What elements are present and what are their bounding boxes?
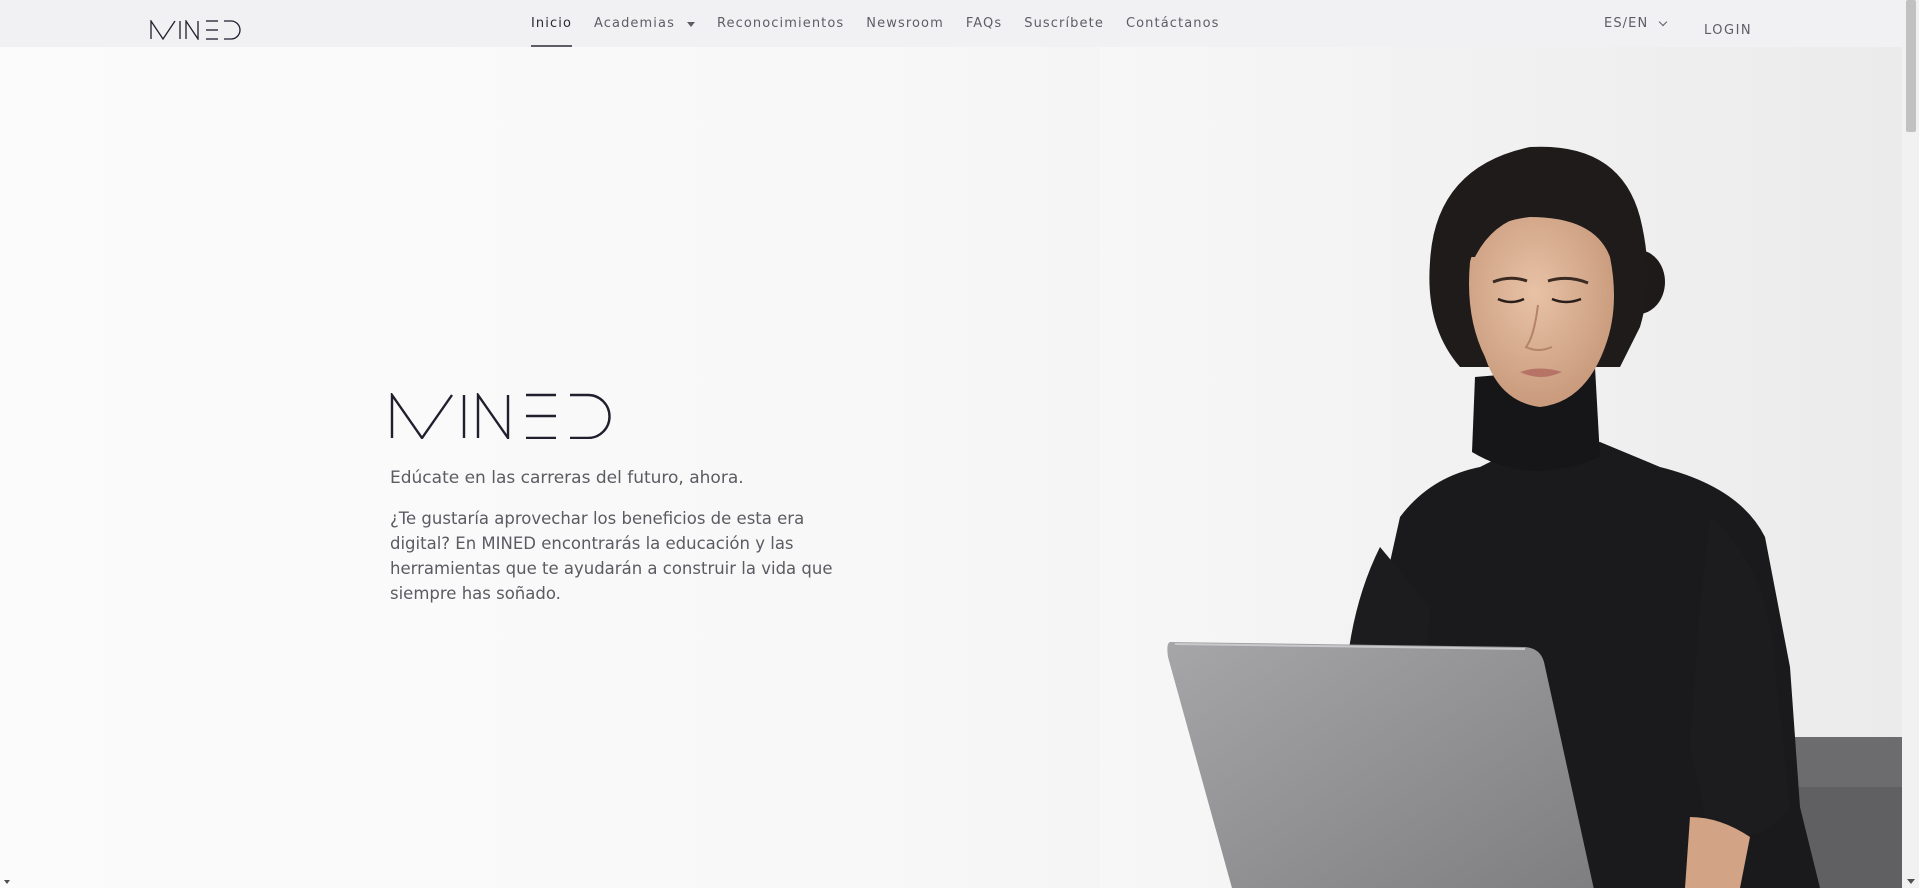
scrollbar-thumb[interactable] <box>1906 0 1916 132</box>
top-navbar: Inicio Academias Reconocimientos Newsroo… <box>0 0 1902 47</box>
chevron-down-icon <box>1659 17 1668 26</box>
nav-item-label: Contáctanos <box>1125 16 1220 31</box>
login-label: LOGIN <box>1704 22 1753 38</box>
scroll-down-arrow-icon[interactable] <box>1907 879 1915 884</box>
nav-item-suscribete[interactable]: Suscríbete <box>1024 0 1104 47</box>
nav-item-label: Academias <box>594 16 675 31</box>
nav-item-academias[interactable]: Academias <box>594 0 695 47</box>
hero-mined-logo <box>390 393 611 439</box>
vertical-scrollbar[interactable] <box>1902 0 1919 888</box>
nav-item-label: Newsroom <box>866 16 944 31</box>
page: Inicio Academias Reconocimientos Newsroo… <box>0 0 1919 888</box>
nav-item-label: Inicio <box>531 16 572 31</box>
hero-tagline: Edúcate en las carreras del futuro, ahor… <box>390 468 744 488</box>
login-link[interactable]: LOGIN <box>1704 0 1752 60</box>
caret-down-icon <box>686 21 695 27</box>
nav-item-reconocimientos[interactable]: Reconocimientos <box>717 0 844 47</box>
language-switcher[interactable]: ES/EN <box>1604 0 1668 47</box>
nav-item-label: FAQs <box>965 16 1003 31</box>
hero-description: ¿Te gustaría aprovechar los beneficios d… <box>390 509 833 603</box>
nav-item-label: Reconocimientos <box>716 16 845 31</box>
language-label: ES/EN <box>1604 16 1649 31</box>
nav-links: Inicio Academias Reconocimientos Newsroo… <box>531 0 1242 47</box>
nav-item-newsroom[interactable]: Newsroom <box>866 0 944 47</box>
nav-item-label: Suscríbete <box>1024 16 1104 31</box>
nav-item-faqs[interactable]: FAQs <box>966 0 1002 47</box>
mined-logo[interactable] <box>150 20 242 40</box>
hero-photo-woman-laptop <box>1100 47 1902 888</box>
nav-item-contactanos[interactable]: Contáctanos <box>1126 0 1220 47</box>
nav-item-inicio[interactable]: Inicio <box>531 0 572 47</box>
page-scroll-down-arrow-icon <box>4 880 10 884</box>
